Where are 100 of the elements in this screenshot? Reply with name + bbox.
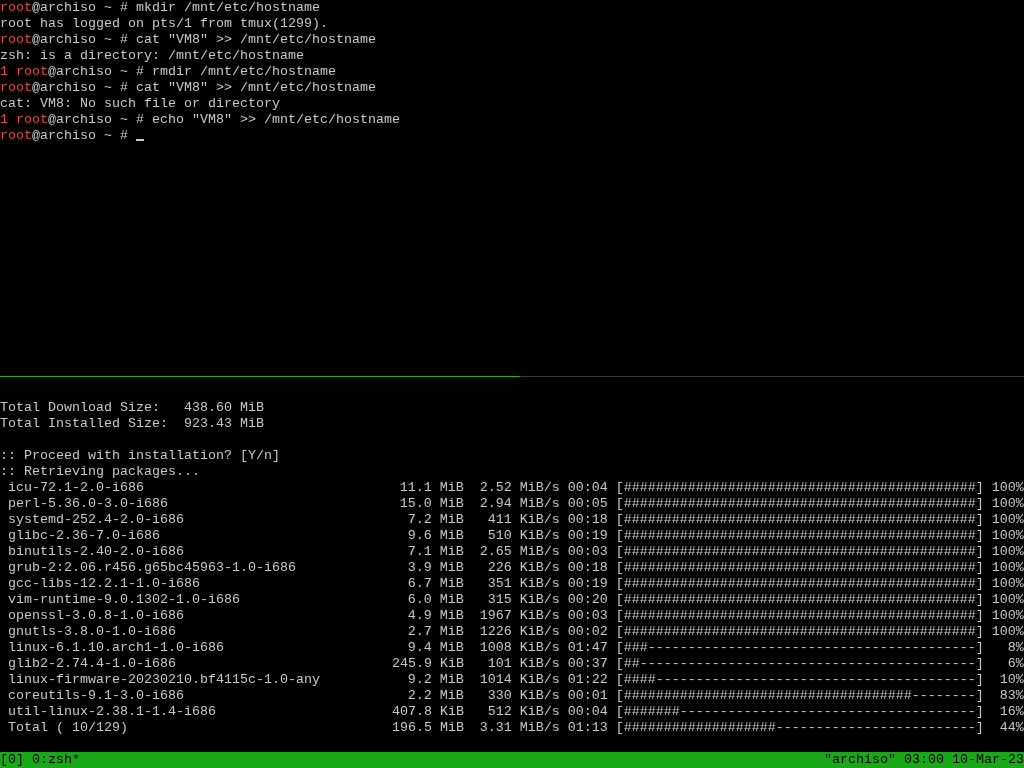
download-rate: 101 KiB/s bbox=[486, 656, 560, 672]
package-name: linux-firmware-20230210.bf4115c-1.0-any bbox=[8, 672, 321, 688]
download-rate: 330 KiB/s bbox=[486, 688, 560, 704]
download-size: 9.2 MiB bbox=[406, 672, 464, 688]
download-size: 2.2 MiB bbox=[406, 688, 464, 704]
progress-bar-text: [############################################] bbox=[615, 592, 984, 608]
summary-label: Total Download Size: bbox=[0, 400, 161, 416]
download-eta: 00:37 bbox=[567, 656, 608, 672]
package-name: binutils-2.40-2.0-i686 bbox=[8, 544, 185, 560]
command-text: echo "VM8" >> /mnt/etc/hostname bbox=[151, 112, 400, 127]
package-name: util-linux-2.38.1-1.4-i686 bbox=[8, 704, 217, 720]
download-rate: 512 KiB/s bbox=[486, 704, 560, 720]
download-eta: 00:02 bbox=[567, 624, 608, 640]
shell-prompt: root@archiso ~ # bbox=[0, 128, 128, 143]
download-eta: 00:18 bbox=[567, 560, 608, 576]
download-size: 407.8 KiB bbox=[391, 704, 464, 720]
download-percent: 10% bbox=[998, 672, 1024, 688]
download-eta: 00:03 bbox=[567, 608, 608, 624]
package-name: linux-6.1.10.arch1-1.0-i686 bbox=[8, 640, 225, 656]
download-eta: 00:18 bbox=[567, 512, 608, 528]
download-eta: 00:01 bbox=[567, 688, 608, 704]
message-text: :: Proceed with installation? [Y/n] bbox=[0, 448, 280, 463]
download-rate: 2.65 MiB/s bbox=[479, 544, 560, 560]
download-percent: 100% bbox=[990, 528, 1024, 544]
download-rate: 2.52 MiB/s bbox=[479, 480, 560, 496]
download-eta: 00:04 bbox=[567, 704, 608, 720]
download-size: 15.0 MiB bbox=[398, 496, 464, 512]
download-size: 9.6 MiB bbox=[406, 528, 464, 544]
shell-prompt: root@archiso ~ # bbox=[0, 0, 128, 15]
download-percent: 100% bbox=[990, 560, 1024, 576]
progress-bar-text: [############################################] bbox=[615, 624, 984, 640]
package-name: coreutils-9.1-3.0-i686 bbox=[8, 688, 185, 704]
download-percent: 44% bbox=[998, 720, 1024, 736]
download-eta: 01:47 bbox=[567, 640, 608, 656]
download-eta: 00:19 bbox=[567, 528, 608, 544]
download-rate: 1008 KiB/s bbox=[479, 640, 560, 656]
download-rate: 351 KiB/s bbox=[486, 576, 560, 592]
download-eta: 00:19 bbox=[567, 576, 608, 592]
download-size: 6.0 MiB bbox=[406, 592, 464, 608]
progress-bar-text: [############################################] bbox=[615, 480, 984, 496]
session-name: [0] bbox=[0, 752, 24, 768]
download-rate: 1226 KiB/s bbox=[479, 624, 560, 640]
download-percent: 83% bbox=[998, 688, 1024, 704]
message-text: :: Retrieving packages... bbox=[0, 464, 200, 479]
download-rate: 2.94 MiB/s bbox=[479, 496, 560, 512]
download-size: 196.5 MiB bbox=[391, 720, 464, 736]
progress-bar-text: [############################################] bbox=[615, 576, 984, 592]
command-text: rmdir /mnt/etc/hostname bbox=[151, 64, 336, 79]
progress-bar-text: [###-----------------------------------------] bbox=[615, 640, 984, 656]
package-name: Total ( 10/129) bbox=[8, 720, 129, 736]
package-name: icu-72.1-2.0-i686 bbox=[8, 480, 145, 496]
download-size: 4.9 MiB bbox=[406, 608, 464, 624]
package-name: perl-5.36.0-3.0-i686 bbox=[8, 496, 169, 512]
download-percent: 6% bbox=[1006, 656, 1024, 672]
shell-prompt: 1 root@archiso ~ # bbox=[0, 64, 144, 79]
window-tab[interactable]: 0:zsh* bbox=[32, 752, 80, 768]
shell-prompt: root@archiso ~ # bbox=[0, 32, 128, 47]
download-percent: 100% bbox=[990, 608, 1024, 624]
progress-bar-text: [##------------------------------------------] bbox=[615, 656, 984, 672]
download-size: 9.4 MiB bbox=[406, 640, 464, 656]
download-size: 6.7 MiB bbox=[406, 576, 464, 592]
progress-bar-text: [############################################] bbox=[615, 608, 984, 624]
download-rate: 1014 KiB/s bbox=[479, 672, 560, 688]
package-name: gcc-libs-12.2.1-1.0-i686 bbox=[8, 576, 201, 592]
progress-bar-text: [############################################] bbox=[615, 544, 984, 560]
package-name: glib2-2.74.4-1.0-i686 bbox=[8, 656, 177, 672]
summary-value: 923.43 MiB bbox=[183, 416, 265, 432]
progress-bar-text: [####################################--------] bbox=[615, 688, 984, 704]
download-rate: 226 KiB/s bbox=[486, 560, 560, 576]
download-size: 3.9 MiB bbox=[406, 560, 464, 576]
shell-prompt: 1 root@archiso ~ # bbox=[0, 112, 144, 127]
download-eta: 00:03 bbox=[567, 544, 608, 560]
package-name: glibc-2.36-7.0-i686 bbox=[8, 528, 161, 544]
download-rate: 510 KiB/s bbox=[486, 528, 560, 544]
download-rate: 3.31 MiB/s bbox=[479, 720, 560, 736]
download-rate: 1967 KiB/s bbox=[479, 608, 560, 624]
download-percent: 8% bbox=[1006, 640, 1024, 656]
status-text: "archiso" 03:00 10-Mar-23 bbox=[824, 752, 1024, 768]
progress-bar-text: [############################################] bbox=[615, 496, 984, 512]
download-rate: 411 KiB/s bbox=[486, 512, 560, 528]
download-size: 2.7 MiB bbox=[406, 624, 464, 640]
download-percent: 100% bbox=[990, 512, 1024, 528]
output-text: zsh: is a directory: /mnt/etc/hostname bbox=[0, 48, 304, 63]
summary-label: Total Installed Size: bbox=[0, 416, 169, 432]
summary-value: 438.60 MiB bbox=[183, 400, 265, 416]
output-text: cat: VM8: No such file or directory bbox=[0, 96, 280, 111]
download-percent: 100% bbox=[990, 496, 1024, 512]
download-percent: 100% bbox=[990, 544, 1024, 560]
progress-bar-text: [####----------------------------------------] bbox=[615, 672, 984, 688]
download-eta: 00:04 bbox=[567, 480, 608, 496]
download-size: 7.1 MiB bbox=[406, 544, 464, 560]
package-name: openssl-3.0.8-1.0-i686 bbox=[8, 608, 185, 624]
package-name: vim-runtime-9.0.1302-1.0-i686 bbox=[8, 592, 241, 608]
download-size: 245.9 KiB bbox=[391, 656, 464, 672]
download-percent: 100% bbox=[990, 592, 1024, 608]
download-size: 7.2 MiB bbox=[406, 512, 464, 528]
output-text: root has logged on pts/1 from tmux(1299). bbox=[0, 16, 328, 31]
download-eta: 00:20 bbox=[567, 592, 608, 608]
download-size: 11.1 MiB bbox=[398, 480, 464, 496]
command-text: cat "VM8" >> /mnt/etc/hostname bbox=[135, 80, 376, 95]
